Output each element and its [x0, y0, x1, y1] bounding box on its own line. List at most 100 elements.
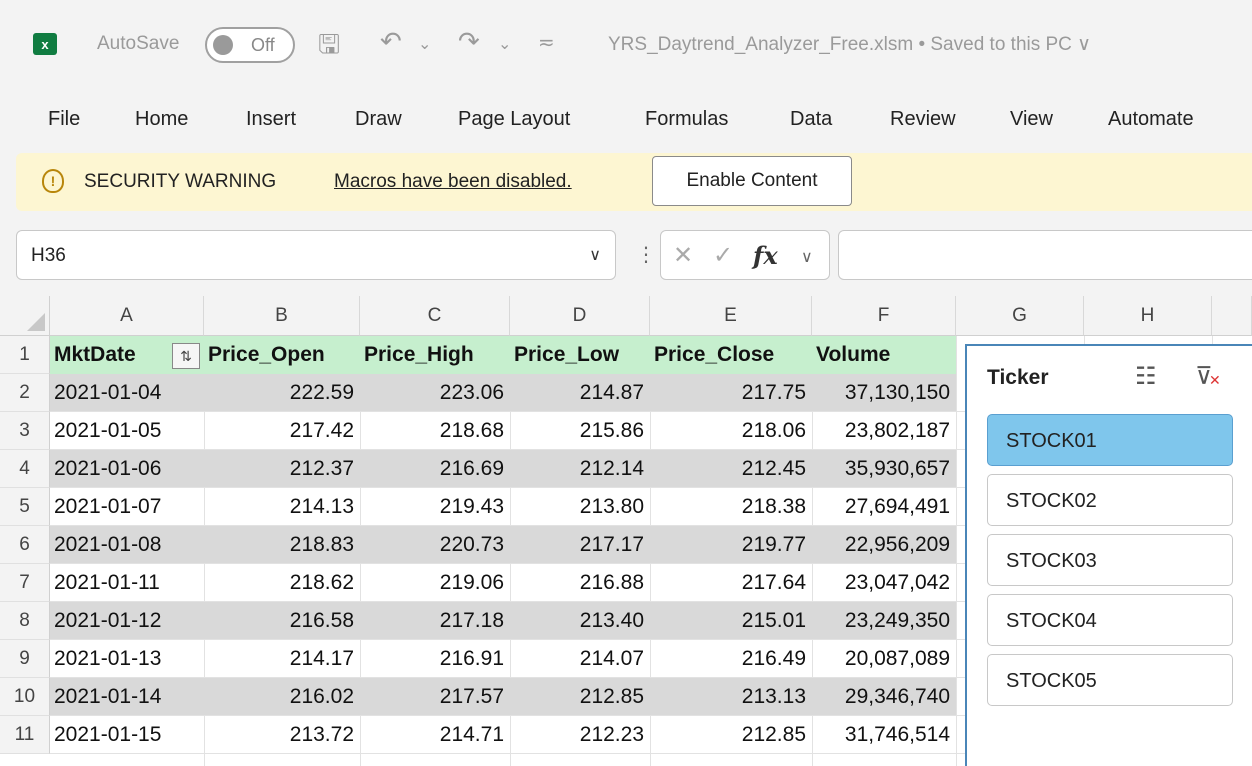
tab-draw[interactable]: Draw: [355, 108, 402, 131]
column-header-a[interactable]: A: [50, 296, 204, 336]
slicer-item-stock02[interactable]: STOCK02: [987, 474, 1233, 526]
table-cell[interactable]: 29,346,740: [812, 678, 956, 716]
tab-formulas[interactable]: Formulas: [645, 108, 728, 131]
table-cell[interactable]: 2021-01-06: [50, 450, 204, 488]
select-all-corner[interactable]: [0, 296, 50, 336]
table-cell[interactable]: 212.14: [510, 450, 650, 488]
table-cell[interactable]: 216.49: [650, 640, 812, 678]
table-cell[interactable]: 214.71: [360, 716, 510, 754]
table-cell[interactable]: 23,802,187: [812, 412, 956, 450]
row-header[interactable]: 8: [0, 602, 50, 640]
column-header-c[interactable]: C: [360, 296, 510, 336]
table-cell[interactable]: 217.75: [650, 374, 812, 412]
column-header-g[interactable]: G: [956, 296, 1084, 336]
formula-input[interactable]: [838, 230, 1252, 280]
customize-qat-icon[interactable]: ≂: [538, 30, 555, 55]
clear-filter-icon[interactable]: ⊽ ✕: [1195, 362, 1221, 391]
column-header-d[interactable]: D: [510, 296, 650, 336]
name-box[interactable]: H36 ∨: [16, 230, 616, 280]
column-header-f[interactable]: F: [812, 296, 956, 336]
column-header-e[interactable]: E: [650, 296, 812, 336]
table-cell[interactable]: 218.62: [204, 564, 360, 602]
column-header-i[interactable]: [1212, 296, 1252, 336]
tab-home[interactable]: Home: [135, 108, 188, 131]
table-cell[interactable]: 217.57: [360, 678, 510, 716]
header-cell-price-open[interactable]: Price_Open: [204, 336, 360, 374]
tab-automate[interactable]: Automate: [1108, 108, 1194, 131]
row-header[interactable]: 11: [0, 716, 50, 754]
slicer-item-stock05[interactable]: STOCK05: [987, 654, 1233, 706]
autosave-toggle[interactable]: Off: [205, 27, 295, 63]
table-cell[interactable]: 216.88: [510, 564, 650, 602]
table-cell[interactable]: 27,694,491: [812, 488, 956, 526]
table-cell[interactable]: 216.91: [360, 640, 510, 678]
tab-file[interactable]: File: [48, 108, 80, 131]
table-cell[interactable]: 219.43: [360, 488, 510, 526]
table-cell[interactable]: 222.59: [204, 374, 360, 412]
slicer-item-stock04[interactable]: STOCK04: [987, 594, 1233, 646]
insert-function-icon[interactable]: fx: [753, 241, 778, 270]
table-cell[interactable]: 2021-01-11: [50, 564, 204, 602]
more-options-icon[interactable]: ⋮: [636, 242, 656, 267]
table-cell[interactable]: 213.72: [204, 716, 360, 754]
table-cell[interactable]: 35,930,657: [812, 450, 956, 488]
slicer-item-stock01[interactable]: STOCK01: [987, 414, 1233, 466]
row-header[interactable]: 9: [0, 640, 50, 678]
header-cell-price-low[interactable]: Price_Low: [510, 336, 650, 374]
tab-data[interactable]: Data: [790, 108, 832, 131]
row-header[interactable]: 10: [0, 678, 50, 716]
row-header[interactable]: 4: [0, 450, 50, 488]
tab-insert[interactable]: Insert: [246, 108, 296, 131]
ticker-slicer[interactable]: Ticker ☷ ⊽ ✕ STOCK01 STOCK02 STOCK03 STOC…: [965, 344, 1252, 766]
table-cell[interactable]: 220.73: [360, 526, 510, 564]
table-cell[interactable]: 212.85: [510, 678, 650, 716]
table-cell[interactable]: 216.58: [204, 602, 360, 640]
tab-review[interactable]: Review: [890, 108, 956, 131]
column-header-b[interactable]: B: [204, 296, 360, 336]
table-cell[interactable]: 2021-01-05: [50, 412, 204, 450]
multi-select-icon[interactable]: ☷: [1135, 362, 1157, 391]
redo-dropdown-icon[interactable]: ⌄: [498, 34, 511, 54]
table-cell[interactable]: 31,746,514: [812, 716, 956, 754]
table-cell[interactable]: 214.17: [204, 640, 360, 678]
table-cell[interactable]: 213.13: [650, 678, 812, 716]
table-cell[interactable]: 217.17: [510, 526, 650, 564]
undo-icon[interactable]: ↶: [380, 26, 402, 57]
table-cell[interactable]: 2021-01-07: [50, 488, 204, 526]
row-header[interactable]: 2: [0, 374, 50, 412]
table-cell[interactable]: 20,087,089: [812, 640, 956, 678]
table-cell[interactable]: 212.85: [650, 716, 812, 754]
row-header[interactable]: 3: [0, 412, 50, 450]
header-cell-price-close[interactable]: Price_Close: [650, 336, 812, 374]
cancel-icon[interactable]: ✕: [673, 241, 693, 270]
table-cell[interactable]: 218.68: [360, 412, 510, 450]
tab-page-layout[interactable]: Page Layout: [458, 108, 570, 131]
table-cell[interactable]: 2021-01-12: [50, 602, 204, 640]
table-cell[interactable]: 2021-01-04: [50, 374, 204, 412]
redo-icon[interactable]: ↷: [458, 26, 480, 57]
table-cell[interactable]: 217.42: [204, 412, 360, 450]
save-icon[interactable]: 🖫: [318, 26, 340, 70]
table-cell[interactable]: 37,130,150: [812, 374, 956, 412]
header-cell-price-high[interactable]: Price_High: [360, 336, 510, 374]
chevron-down-icon[interactable]: ∨: [589, 245, 601, 265]
header-cell-volume[interactable]: Volume: [812, 336, 956, 374]
table-cell[interactable]: 214.87: [510, 374, 650, 412]
column-header-h[interactable]: H: [1084, 296, 1212, 336]
document-title[interactable]: YRS_Daytrend_Analyzer_Free.xlsm • Saved …: [608, 33, 1091, 56]
table-cell[interactable]: 216.02: [204, 678, 360, 716]
table-cell[interactable]: 2021-01-15: [50, 716, 204, 754]
filter-sort-icon[interactable]: ⇅: [172, 343, 200, 369]
row-header[interactable]: 6: [0, 526, 50, 564]
table-cell[interactable]: 23,249,350: [812, 602, 956, 640]
table-cell[interactable]: 216.69: [360, 450, 510, 488]
table-cell[interactable]: 218.83: [204, 526, 360, 564]
table-cell[interactable]: 22,956,209: [812, 526, 956, 564]
table-cell[interactable]: 218.38: [650, 488, 812, 526]
table-cell[interactable]: 217.18: [360, 602, 510, 640]
table-cell[interactable]: 212.37: [204, 450, 360, 488]
table-cell[interactable]: 219.77: [650, 526, 812, 564]
undo-dropdown-icon[interactable]: ⌄: [418, 34, 431, 54]
slicer-item-stock03[interactable]: STOCK03: [987, 534, 1233, 586]
table-cell[interactable]: 213.40: [510, 602, 650, 640]
